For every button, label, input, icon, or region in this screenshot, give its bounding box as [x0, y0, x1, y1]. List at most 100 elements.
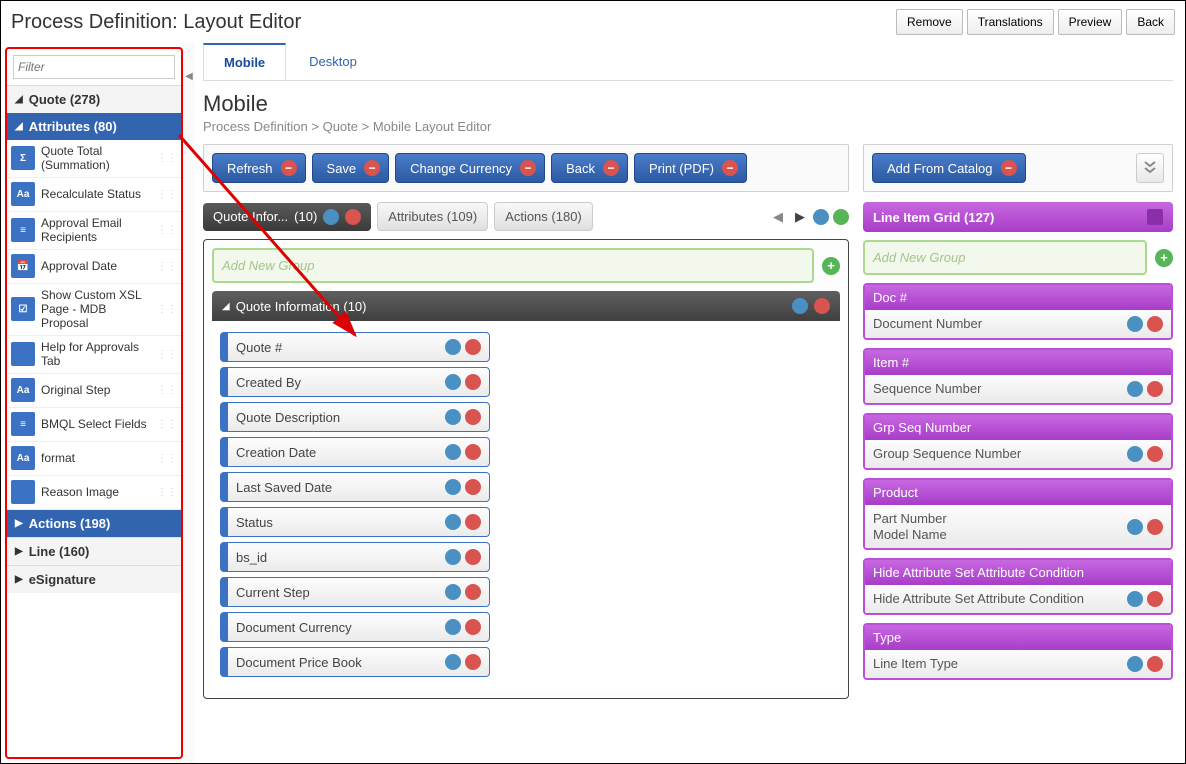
cat-attributes[interactable]: ◢Attributes (80): [7, 113, 181, 140]
subtab-actions[interactable]: Actions (180): [494, 202, 593, 231]
column-group[interactable]: TypeLine Item Type: [863, 623, 1173, 680]
field-item[interactable]: bs_id: [220, 542, 490, 572]
edit-icon[interactable]: [445, 339, 461, 355]
edit-icon[interactable]: [445, 514, 461, 530]
edit-icon[interactable]: [445, 409, 461, 425]
field-item[interactable]: Quote Description: [220, 402, 490, 432]
add-icon[interactable]: [833, 209, 849, 225]
field-label: Creation Date: [236, 445, 316, 460]
field-item[interactable]: Created By: [220, 367, 490, 397]
cat-quote[interactable]: ◢Quote (278): [7, 85, 181, 113]
attribute-item[interactable]: Reason Image⋮⋮: [7, 476, 181, 510]
subtab-quote-info[interactable]: Quote Infor... (10): [203, 203, 371, 231]
delete-icon[interactable]: [465, 339, 481, 355]
refresh-button[interactable]: Refresh−: [212, 153, 306, 183]
add-from-catalog-button[interactable]: Add From Catalog−: [872, 153, 1026, 183]
edit-icon[interactable]: [445, 479, 461, 495]
column-header: Item #: [865, 350, 1171, 375]
attribute-item[interactable]: Aaformat⋮⋮: [7, 442, 181, 476]
prev-icon[interactable]: ◀: [769, 206, 787, 228]
next-icon[interactable]: ▶: [791, 206, 809, 228]
attribute-item[interactable]: AaOriginal Step⋮⋮: [7, 374, 181, 408]
field-item[interactable]: Document Price Book: [220, 647, 490, 677]
edit-icon[interactable]: [1147, 209, 1163, 225]
tab-mobile[interactable]: Mobile: [203, 43, 286, 80]
delete-icon[interactable]: [345, 209, 361, 225]
delete-icon[interactable]: [1147, 381, 1163, 397]
attribute-item[interactable]: ≡BMQL Select Fields⋮⋮: [7, 408, 181, 442]
change-currency-button[interactable]: Change Currency−: [395, 153, 545, 183]
line-item-grid-header[interactable]: Line Item Grid (127): [863, 202, 1173, 232]
attribute-item[interactable]: ΣQuote Total (Summation)⋮⋮: [7, 140, 181, 178]
column-group[interactable]: Doc #Document Number: [863, 283, 1173, 340]
field-item[interactable]: Creation Date: [220, 437, 490, 467]
column-group[interactable]: Item #Sequence Number: [863, 348, 1173, 405]
field-item[interactable]: Status: [220, 507, 490, 537]
delete-icon[interactable]: [465, 444, 481, 460]
field-item[interactable]: Quote #: [220, 332, 490, 362]
edit-icon[interactable]: [445, 654, 461, 670]
group-header[interactable]: ◢ Quote Information (10): [212, 291, 840, 321]
filter-input[interactable]: [13, 55, 175, 79]
edit-icon[interactable]: [445, 549, 461, 565]
delete-icon[interactable]: [465, 549, 481, 565]
edit-icon[interactable]: [792, 298, 808, 314]
attribute-item[interactable]: ≡Approval Email Recipients⋮⋮: [7, 212, 181, 250]
tab-desktop[interactable]: Desktop: [288, 43, 378, 80]
subtab-attributes[interactable]: Attributes (109): [377, 202, 488, 231]
delete-icon[interactable]: [1147, 519, 1163, 535]
back-action-button[interactable]: Back−: [551, 153, 628, 183]
edit-icon[interactable]: [1127, 381, 1143, 397]
delete-icon[interactable]: [465, 514, 481, 530]
delete-icon[interactable]: [1147, 656, 1163, 672]
attribute-item[interactable]: ☑Show Custom XSL Page - MDB Proposal⋮⋮: [7, 284, 181, 336]
delete-icon[interactable]: [465, 409, 481, 425]
column-group[interactable]: Grp Seq NumberGroup Sequence Number: [863, 413, 1173, 470]
column-group[interactable]: Hide Attribute Set Attribute ConditionHi…: [863, 558, 1173, 615]
translations-button[interactable]: Translations: [967, 9, 1054, 35]
remove-button[interactable]: Remove: [896, 9, 963, 35]
edit-icon[interactable]: [445, 444, 461, 460]
edit-icon[interactable]: [1127, 519, 1143, 535]
delete-icon[interactable]: [465, 584, 481, 600]
add-group-button[interactable]: +: [822, 257, 840, 275]
breadcrumb: Process Definition > Quote > Mobile Layo…: [203, 119, 1173, 134]
cat-esignature[interactable]: ▶eSignature: [7, 565, 181, 593]
drag-icon: ⋮⋮: [153, 225, 181, 236]
edit-icon[interactable]: [445, 374, 461, 390]
delete-icon[interactable]: [465, 479, 481, 495]
column-group[interactable]: ProductPart NumberModel Name: [863, 478, 1173, 550]
field-item[interactable]: Last Saved Date: [220, 472, 490, 502]
edit-icon[interactable]: [813, 209, 829, 225]
edit-icon[interactable]: [1127, 591, 1143, 607]
print-button[interactable]: Print (PDF)−: [634, 153, 747, 183]
add-group-input[interactable]: Add New Group: [863, 240, 1147, 275]
attribute-item[interactable]: Help for Approvals Tab⋮⋮: [7, 336, 181, 374]
back-button[interactable]: Back: [1126, 9, 1175, 35]
edit-icon[interactable]: [1127, 656, 1143, 672]
cat-actions[interactable]: ▶Actions (198): [7, 510, 181, 537]
expand-toolbar-button[interactable]: [1136, 153, 1164, 183]
edit-icon[interactable]: [445, 584, 461, 600]
delete-icon[interactable]: [1147, 591, 1163, 607]
edit-icon[interactable]: [1127, 446, 1143, 462]
delete-icon[interactable]: [1147, 446, 1163, 462]
delete-icon[interactable]: [814, 298, 830, 314]
field-item[interactable]: Current Step: [220, 577, 490, 607]
add-group-button[interactable]: +: [1155, 249, 1173, 267]
delete-icon[interactable]: [465, 654, 481, 670]
edit-icon[interactable]: [1127, 316, 1143, 332]
attribute-item[interactable]: 📅Approval Date⋮⋮: [7, 250, 181, 284]
collapse-left-icon[interactable]: ◀: [185, 71, 193, 82]
save-button[interactable]: Save−: [312, 153, 390, 183]
cat-line[interactable]: ▶Line (160): [7, 537, 181, 565]
add-group-input[interactable]: Add New Group: [212, 248, 814, 283]
delete-icon[interactable]: [465, 619, 481, 635]
delete-icon[interactable]: [465, 374, 481, 390]
attribute-item[interactable]: AaRecalculate Status⋮⋮: [7, 178, 181, 212]
delete-icon[interactable]: [1147, 316, 1163, 332]
edit-icon[interactable]: [323, 209, 339, 225]
preview-button[interactable]: Preview: [1058, 9, 1123, 35]
field-item[interactable]: Document Currency: [220, 612, 490, 642]
edit-icon[interactable]: [445, 619, 461, 635]
